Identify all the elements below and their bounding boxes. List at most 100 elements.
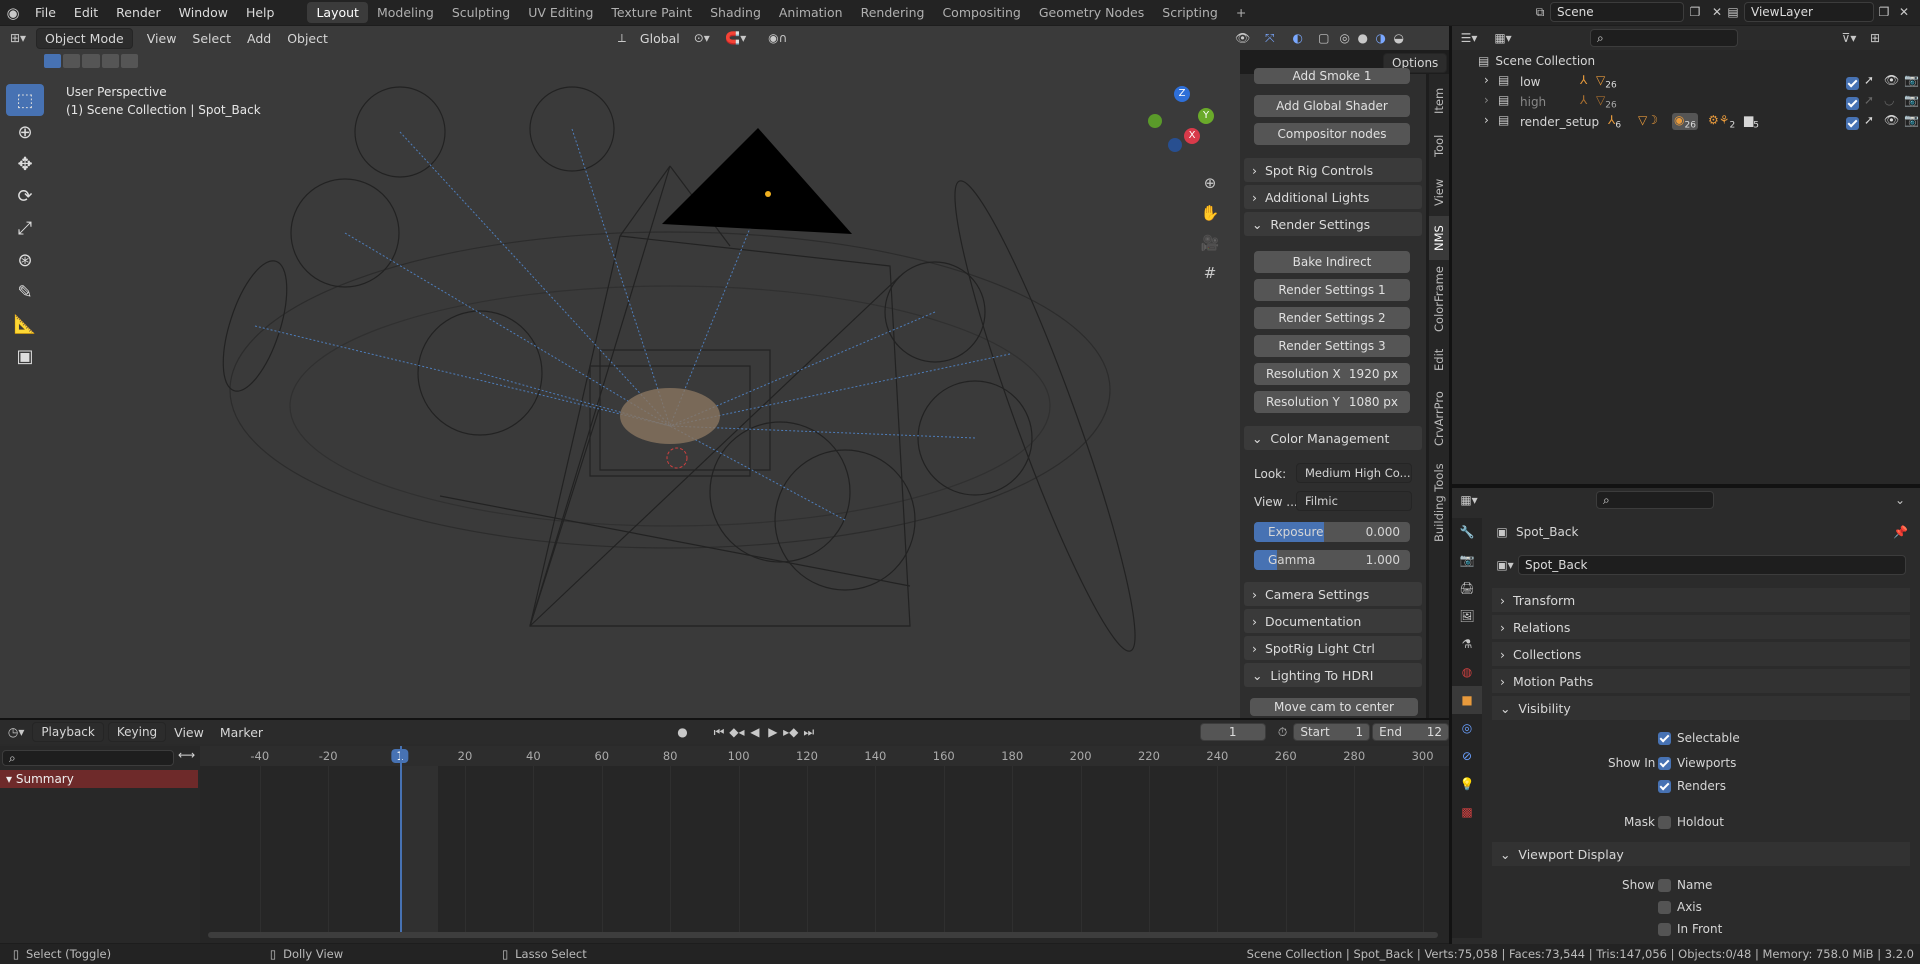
panel-collections[interactable]: › Collections <box>1492 642 1910 666</box>
tab-compositing[interactable]: Compositing <box>933 2 1029 23</box>
jump-start-icon[interactable]: ⏮ <box>710 725 728 740</box>
navigation-gizmo[interactable]: Z Y X <box>1148 86 1218 156</box>
viewport-menu-add[interactable]: Add <box>239 31 279 46</box>
mode-dropdown[interactable]: Object Mode <box>36 27 133 49</box>
selectable-checkbox[interactable]: Selectable <box>1658 731 1740 745</box>
selection-modes[interactable] <box>44 54 139 70</box>
section-documentation[interactable]: › Documentation <box>1244 609 1422 633</box>
tab-texture-paint[interactable]: Texture Paint <box>602 2 701 23</box>
data-tab-icon[interactable]: 💡 <box>1452 770 1482 798</box>
tab-shading[interactable]: Shading <box>701 2 770 23</box>
expand-icon[interactable]: › <box>1484 73 1489 87</box>
xray-icon[interactable]: ▢ <box>1312 31 1336 45</box>
proportional-icon[interactable]: ◉∩ <box>756 31 800 45</box>
play-icon[interactable]: ▶ <box>764 725 782 739</box>
compositor-nodes-button[interactable]: Compositor nodes <box>1254 123 1410 145</box>
menu-help[interactable]: Help <box>237 5 284 20</box>
current-frame-field[interactable]: 1 <box>1199 723 1266 741</box>
copy-icon[interactable]: ❐ <box>1684 5 1706 19</box>
exposure-slider[interactable]: Exposure 0.000 <box>1254 522 1410 542</box>
gizmo-y-axis[interactable]: Y <box>1198 108 1214 124</box>
add-smoke-button[interactable]: Add Smoke 1 <box>1254 68 1410 84</box>
playhead[interactable] <box>400 746 402 932</box>
eye-icon[interactable]: 👁 <box>1884 73 1899 87</box>
viewport-menu-view[interactable]: View <box>139 31 185 46</box>
cursor-icon[interactable]: ⊕ <box>6 116 44 148</box>
gizmo-toggle-icon[interactable]: ⤧ <box>1256 31 1284 46</box>
start-frame-field[interactable]: Start 1 <box>1293 723 1371 741</box>
timeline-area[interactable]: -40-201204060801001201401601802002202402… <box>200 746 1449 943</box>
physics-tab-icon[interactable]: ◎ <box>1452 714 1482 742</box>
display-mode-icon[interactable]: ▦▾ <box>1486 31 1520 45</box>
next-key-icon[interactable]: ▸◆ <box>782 725 800 739</box>
jump-end-icon[interactable]: ⏭ <box>800 725 818 740</box>
render-settings-3-button[interactable]: Render Settings 3 <box>1254 335 1410 357</box>
tool-tab-icon[interactable]: 🔧 <box>1452 518 1482 546</box>
output-tab-icon[interactable]: 🖨 <box>1452 574 1482 602</box>
bake-indirect-button[interactable]: Bake Indirect <box>1254 251 1410 273</box>
swap-icon[interactable]: ⟷ <box>178 748 195 762</box>
scene-tab-icon[interactable]: ⚗ <box>1452 630 1482 658</box>
panel-visibility[interactable]: ⌄ Visibility <box>1492 696 1910 720</box>
constraints-tab-icon[interactable]: ⊘ <box>1452 742 1482 770</box>
tab-animation[interactable]: Animation <box>770 2 852 23</box>
viewports-checkbox[interactable]: Viewports <box>1658 756 1736 770</box>
render-icon[interactable]: 📷 <box>1904 93 1919 107</box>
gizmo-neg-x[interactable] <box>1148 114 1162 128</box>
keying-dropdown[interactable]: Keying <box>107 722 167 742</box>
playback-dropdown[interactable]: Playback <box>32 722 104 742</box>
pin-icon[interactable]: 📌 <box>1893 525 1908 539</box>
camera-icon[interactable]: 🎥 <box>1196 228 1224 258</box>
world-tab-icon[interactable]: ◍ <box>1452 658 1482 686</box>
object-tab-icon[interactable]: ■ <box>1452 686 1482 714</box>
move-cam-button[interactable]: Move cam to center <box>1250 698 1418 716</box>
renders-checkbox[interactable]: Renders <box>1658 779 1726 793</box>
section-color-management[interactable]: ⌄ Color Management <box>1244 426 1422 450</box>
editor-type-icon[interactable]: ☰▾ <box>1452 31 1486 45</box>
tab-crvarrpro[interactable]: CrvArrPro <box>1429 382 1449 456</box>
exclude-checkbox[interactable] <box>1846 77 1859 90</box>
view-layer-tab-icon[interactable]: 🖼 <box>1452 602 1482 630</box>
panel-motion-paths[interactable]: › Motion Paths <box>1492 669 1910 693</box>
record-icon[interactable]: ● <box>669 725 696 739</box>
panel-viewport-display[interactable]: ⌄ Viewport Display <box>1492 842 1910 866</box>
select-subtract-icon[interactable] <box>82 54 100 68</box>
shading-solid-icon[interactable]: ● <box>1354 31 1372 45</box>
overlay-icon[interactable]: ◐ <box>1284 31 1312 45</box>
add-global-shader-button[interactable]: Add Global Shader <box>1254 95 1410 117</box>
copy-icon[interactable]: ❐ <box>1874 5 1894 19</box>
new-collection-icon[interactable]: ⊞ <box>1864 31 1886 45</box>
transform-icon[interactable]: ⊛ <box>6 244 44 276</box>
section-render-settings[interactable]: ⌄ Render Settings <box>1244 212 1422 236</box>
scene-field[interactable]: Scene <box>1550 2 1684 22</box>
summary-channel[interactable]: ▾ Summary <box>0 770 198 788</box>
outliner-row-high[interactable]: › ▤ high ⅄ ▽26 ➚ ◡ 📷 <box>1478 93 1920 113</box>
grid-icon[interactable]: # <box>1196 258 1224 288</box>
select-toggle-icon[interactable]: ➚ <box>1864 113 1874 127</box>
menu-file[interactable]: File <box>26 5 65 20</box>
eye-icon[interactable]: 👁 <box>1884 113 1899 127</box>
timeline-menu-view[interactable]: View <box>166 725 212 740</box>
tab-item[interactable]: Item <box>1429 80 1449 122</box>
outliner-row-render-setup[interactable]: › ▤ render_setup ⅄6 ▽☽ ◉26 ⚙⚘2 ▆5 ➚ 👁 📷 <box>1478 113 1920 133</box>
holdout-checkbox[interactable]: Holdout <box>1658 815 1724 829</box>
clock-icon[interactable]: ◷▾ <box>0 725 32 739</box>
channel-search-input[interactable]: ⌕ <box>2 750 174 766</box>
play-reverse-icon[interactable]: ◀ <box>746 725 764 739</box>
tab-view[interactable]: View <box>1429 170 1449 214</box>
tab-colorframe[interactable]: ColorFrame <box>1429 262 1449 336</box>
area-divider[interactable] <box>0 718 1449 720</box>
show-axis-checkbox[interactable]: Axis <box>1658 900 1702 914</box>
show-name-checkbox[interactable]: Name <box>1658 878 1712 892</box>
chevron-down-icon[interactable]: ⌄ <box>1890 493 1910 507</box>
select-toggle-icon[interactable]: ➚ <box>1864 73 1874 87</box>
tab-uv-editing[interactable]: UV Editing <box>519 2 602 23</box>
render-icon[interactable]: 📷 <box>1904 113 1919 127</box>
shading-rendered-icon[interactable]: ◒ <box>1390 31 1408 45</box>
properties-search-input[interactable]: ⌕ <box>1596 491 1714 509</box>
prev-key-icon[interactable]: ◆◂ <box>728 725 746 739</box>
shading-material-icon[interactable]: ◑ <box>1372 31 1390 45</box>
render-tab-icon[interactable]: 📷 <box>1452 546 1482 574</box>
measure-icon[interactable]: 📐 <box>6 308 44 340</box>
select-intersect-icon[interactable] <box>120 54 139 68</box>
